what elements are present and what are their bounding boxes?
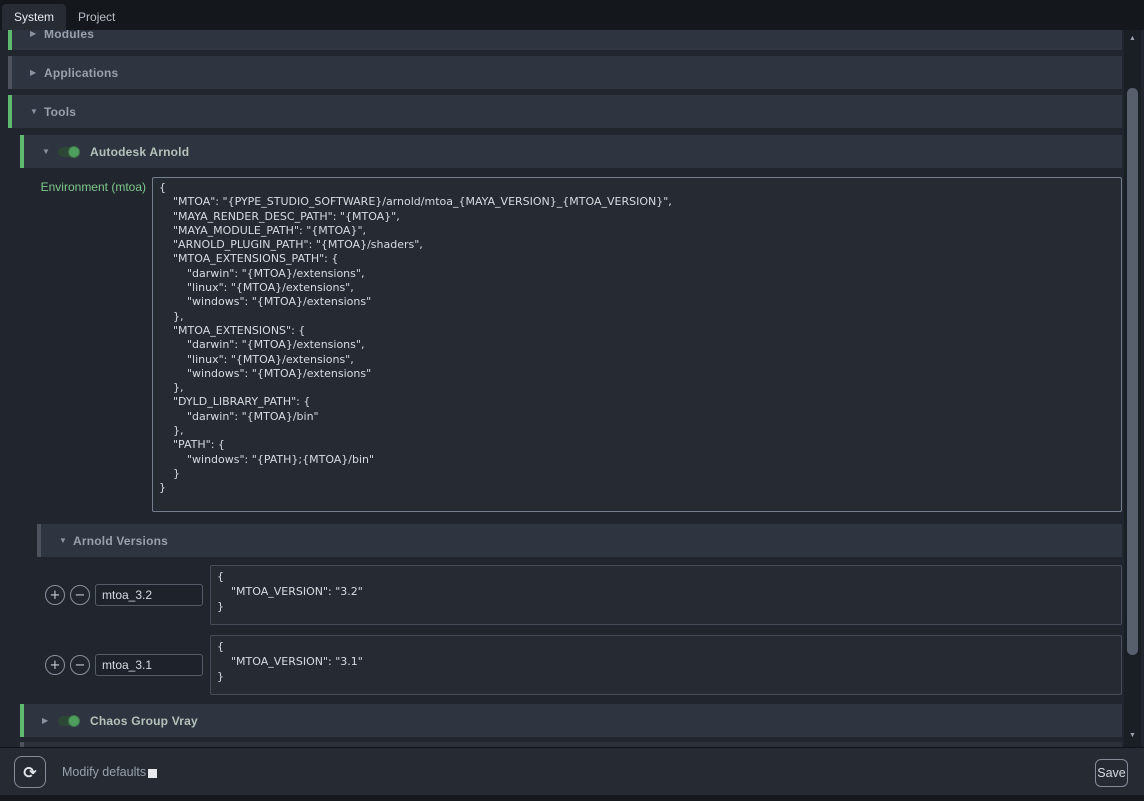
chevron-right-icon[interactable]: ▶ — [30, 68, 44, 77]
section-label-applications: Applications — [44, 66, 118, 80]
version-row-mtoa-3-1: + − { "MTOA_VERSION": "3.1" } — [45, 635, 1122, 695]
section-header-tools[interactable]: ▼ Tools — [8, 95, 1122, 128]
vertical-scrollbar[interactable]: ▲ ▼ — [1124, 30, 1141, 747]
environment-label: Environment (mtoa) — [8, 177, 152, 512]
settings-tab-bar: System Project — [0, 0, 1144, 30]
version-controls: + − — [45, 565, 210, 625]
refresh-button[interactable]: ⟳ — [14, 756, 46, 788]
settings-content: ▶ Modules ▶ Applications ▼ Tools ▼ Autod… — [0, 30, 1144, 747]
section-header-arnold-versions[interactable]: ▼ Arnold Versions — [37, 524, 1122, 557]
applications-accent-bar — [8, 56, 12, 89]
section-label-arnold-versions: Arnold Versions — [73, 534, 168, 548]
scroll-up-icon[interactable]: ▲ — [1124, 32, 1141, 46]
version-row-mtoa-3-2: + − { "MTOA_VERSION": "3.2" } — [45, 565, 1122, 625]
chevron-down-icon[interactable]: ▼ — [30, 107, 44, 116]
remove-version-button[interactable]: − — [70, 585, 90, 605]
version-controls: + − — [45, 635, 210, 695]
version-json-textarea[interactable]: { "MTOA_VERSION": "3.2" } — [210, 565, 1122, 625]
section-label-modules: Modules — [44, 30, 94, 41]
vray-accent-bar — [20, 704, 24, 737]
save-button[interactable]: Save — [1095, 759, 1128, 787]
section-label-tools: Tools — [44, 105, 76, 119]
tools-accent-bar — [8, 95, 12, 128]
add-version-button[interactable]: + — [45, 585, 65, 605]
section-label-chaos-group-vray: Chaos Group Vray — [90, 714, 198, 728]
toggle-knob — [68, 146, 80, 158]
arnold-enabled-toggle[interactable] — [58, 147, 80, 157]
settings-scroll-view: ▶ Modules ▶ Applications ▼ Tools ▼ Autod… — [8, 30, 1122, 747]
modify-defaults-label: Modify defaults — [62, 765, 146, 779]
chevron-down-icon[interactable]: ▼ — [59, 536, 73, 545]
arnold-accent-bar — [20, 135, 24, 168]
add-version-button[interactable]: + — [45, 655, 65, 675]
section-header-autodesk-arnold[interactable]: ▼ Autodesk Arnold — [20, 135, 1122, 168]
section-label-autodesk-arnold: Autodesk Arnold — [90, 145, 189, 159]
tab-project[interactable]: Project — [66, 4, 127, 30]
version-name-input[interactable] — [95, 584, 203, 606]
version-name-input[interactable] — [95, 654, 203, 676]
modules-accent-bar — [8, 30, 12, 50]
footer-bar: ⟳ Modify defaults Save — [0, 747, 1144, 801]
chevron-down-icon[interactable]: ▼ — [42, 147, 56, 156]
footer-bottom-strip — [0, 795, 1144, 801]
chevron-right-icon[interactable]: ▶ — [42, 716, 56, 725]
environment-json-textarea[interactable]: { "MTOA": "{PYPE_STUDIO_SOFTWARE}/arnold… — [152, 177, 1122, 512]
scroll-down-icon[interactable]: ▼ — [1124, 729, 1141, 743]
chevron-right-icon[interactable]: ▶ — [30, 30, 44, 38]
environment-row: Environment (mtoa) { "MTOA": "{PYPE_STUD… — [8, 177, 1122, 512]
toggle-knob — [68, 715, 80, 727]
scrollbar-thumb[interactable] — [1127, 88, 1138, 655]
arnold-versions-accent-bar — [37, 524, 41, 557]
tab-system[interactable]: System — [2, 4, 66, 30]
section-header-chaos-group-vray[interactable]: ▶ Chaos Group Vray — [20, 704, 1122, 737]
remove-version-button[interactable]: − — [70, 655, 90, 675]
section-header-modules[interactable]: ▶ Modules — [8, 30, 1122, 50]
modify-defaults-checkbox[interactable] — [148, 769, 157, 778]
section-header-applications[interactable]: ▶ Applications — [8, 56, 1122, 89]
vray-enabled-toggle[interactable] — [58, 716, 80, 726]
version-json-textarea[interactable]: { "MTOA_VERSION": "3.1" } — [210, 635, 1122, 695]
